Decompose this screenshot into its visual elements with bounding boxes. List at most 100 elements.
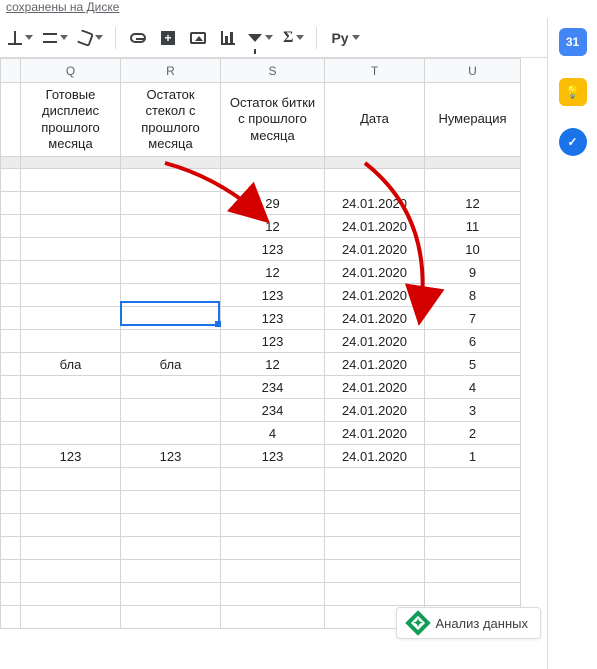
cell[interactable]: 234	[221, 399, 325, 422]
cell[interactable]: 123	[221, 445, 325, 468]
col-letter-R[interactable]: R	[121, 59, 221, 83]
cell[interactable]	[21, 261, 121, 284]
col-letter-Q[interactable]: Q	[21, 59, 121, 83]
tasks-addon-button[interactable]: ✓	[559, 128, 587, 156]
cell[interactable]	[21, 583, 121, 606]
header-cell[interactable]: Остаток битки с прошлого месяца	[221, 83, 325, 157]
cell[interactable]	[121, 537, 221, 560]
cell[interactable]: 234	[221, 376, 325, 399]
cell[interactable]	[221, 468, 325, 491]
cell[interactable]	[121, 560, 221, 583]
cell[interactable]: 24.01.2020	[325, 376, 425, 399]
cell[interactable]	[425, 169, 521, 192]
cell[interactable]: 24.01.2020	[325, 330, 425, 353]
cell[interactable]: 24.01.2020	[325, 422, 425, 445]
cell[interactable]	[425, 560, 521, 583]
cell[interactable]: 7	[425, 307, 521, 330]
insert-chart-button[interactable]	[214, 24, 242, 52]
cell[interactable]	[121, 468, 221, 491]
cell[interactable]: 12	[221, 215, 325, 238]
cell[interactable]	[221, 491, 325, 514]
cell[interactable]	[21, 192, 121, 215]
row-stub[interactable]	[1, 537, 21, 560]
row-stub[interactable]	[1, 399, 21, 422]
cell[interactable]: 8	[425, 284, 521, 307]
cell[interactable]	[121, 169, 221, 192]
cell[interactable]	[425, 583, 521, 606]
cell[interactable]	[21, 215, 121, 238]
cell[interactable]	[121, 261, 221, 284]
col-stub[interactable]	[1, 59, 21, 83]
cell[interactable]	[425, 468, 521, 491]
cell[interactable]: 11	[425, 215, 521, 238]
row-stub[interactable]	[1, 307, 21, 330]
keep-addon-button[interactable]: 💡	[559, 78, 587, 106]
calendar-addon-button[interactable]: 31	[559, 28, 587, 56]
cell[interactable]	[325, 537, 425, 560]
spreadsheet-area[interactable]: Q R S T U Готовые дисплеис прошлого меся…	[0, 58, 597, 647]
insert-link-button[interactable]	[124, 24, 152, 52]
row-stub[interactable]	[1, 583, 21, 606]
cell[interactable]	[21, 169, 121, 192]
cell[interactable]	[121, 376, 221, 399]
cell[interactable]: бла	[121, 353, 221, 376]
cell[interactable]	[21, 422, 121, 445]
cell[interactable]: 10	[425, 238, 521, 261]
cell[interactable]	[21, 537, 121, 560]
cell[interactable]	[121, 422, 221, 445]
cell[interactable]: 24.01.2020	[325, 353, 425, 376]
cell[interactable]	[121, 215, 221, 238]
cell[interactable]	[21, 468, 121, 491]
cell[interactable]: 12	[425, 192, 521, 215]
cell[interactable]	[121, 238, 221, 261]
cell[interactable]	[121, 284, 221, 307]
header-cell[interactable]: Остаток стекол с прошлого месяца	[121, 83, 221, 157]
cell[interactable]: 123	[221, 307, 325, 330]
cell[interactable]: 12	[221, 261, 325, 284]
row-stub[interactable]	[1, 422, 21, 445]
cell[interactable]	[325, 468, 425, 491]
cell[interactable]: 1	[425, 445, 521, 468]
cell[interactable]: 24.01.2020	[325, 192, 425, 215]
cell[interactable]: 24.01.2020	[325, 445, 425, 468]
cell[interactable]: 123	[221, 330, 325, 353]
cell[interactable]: 4	[221, 422, 325, 445]
row-stub[interactable]	[1, 83, 21, 157]
cell[interactable]	[221, 583, 325, 606]
cell[interactable]	[21, 560, 121, 583]
vertical-align-button[interactable]	[4, 24, 37, 52]
row-stub[interactable]	[1, 353, 21, 376]
insert-comment-button[interactable]: +	[154, 24, 182, 52]
cell[interactable]: 6	[425, 330, 521, 353]
cell[interactable]: 123	[221, 284, 325, 307]
cell[interactable]: 5	[425, 353, 521, 376]
row-stub[interactable]	[1, 284, 21, 307]
row-stub[interactable]	[1, 468, 21, 491]
cell[interactable]	[121, 491, 221, 514]
cell[interactable]	[21, 514, 121, 537]
save-status-text[interactable]: сохранены на Диске	[0, 0, 597, 18]
row-stub[interactable]	[1, 192, 21, 215]
explore-button[interactable]: ✦ Анализ данных	[396, 607, 541, 639]
cell[interactable]	[121, 583, 221, 606]
cell[interactable]	[121, 606, 221, 629]
row-stub[interactable]	[1, 376, 21, 399]
cell[interactable]	[21, 284, 121, 307]
cell[interactable]: 4	[425, 376, 521, 399]
row-stub[interactable]	[1, 514, 21, 537]
row-stub[interactable]	[1, 169, 21, 192]
cell[interactable]: 24.01.2020	[325, 399, 425, 422]
cell[interactable]: 24.01.2020	[325, 307, 425, 330]
cell[interactable]	[21, 491, 121, 514]
cell[interactable]	[325, 514, 425, 537]
spreadsheet-grid[interactable]: Q R S T U Готовые дисплеис прошлого меся…	[0, 58, 521, 629]
row-stub[interactable]	[1, 560, 21, 583]
cell[interactable]	[325, 491, 425, 514]
cell[interactable]	[221, 514, 325, 537]
functions-button[interactable]: Σ	[279, 24, 308, 52]
cell[interactable]: 123	[221, 238, 325, 261]
cell[interactable]	[121, 514, 221, 537]
cell[interactable]: 24.01.2020	[325, 284, 425, 307]
col-letter-T[interactable]: T	[325, 59, 425, 83]
cell[interactable]: 24.01.2020	[325, 261, 425, 284]
